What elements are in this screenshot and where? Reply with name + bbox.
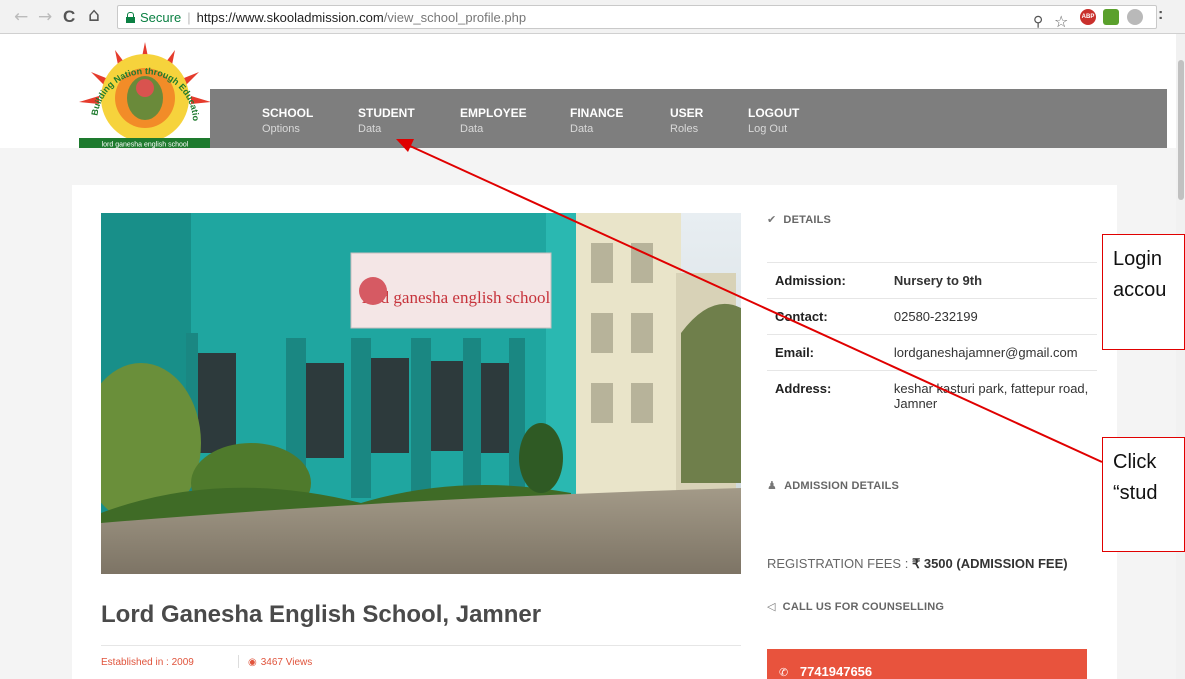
secure-label: Secure (140, 10, 182, 25)
nav-logout[interactable]: LOGOUT Log Out (748, 106, 799, 135)
admission-heading-text: ADMISSION DETAILS (784, 479, 900, 492)
extension-grey-icon[interactable] (1127, 9, 1143, 25)
nav-employee-label: EMPLOYEE (460, 106, 527, 120)
detail-key: Address: (775, 381, 832, 396)
url-host: https://www.skooladmission.com (196, 10, 384, 25)
call-phone-button[interactable]: ✆ 7741947656 (767, 649, 1087, 679)
view-count-text: 3467 Views (260, 657, 313, 668)
detail-value: 02580-232199 (893, 309, 978, 324)
table-row: Admission: Nursery to 9th (767, 263, 1097, 299)
browser-toolbar: ← → C ⌂ Secure | https://www.skooladmiss… (0, 0, 1185, 34)
bullhorn-icon: ◁ (767, 600, 776, 613)
meta-divider (238, 655, 239, 668)
scrollbar-thumb[interactable] (1178, 60, 1184, 200)
details-heading: ✔ DETAILS (767, 213, 831, 226)
title-divider (101, 645, 741, 646)
established-year: Established in : 2009 (101, 657, 194, 668)
nav-student-label: STUDENT (358, 106, 415, 120)
eye-icon: ◉ (248, 657, 257, 668)
phone-icon: ✆ (779, 666, 789, 679)
nav-logout-sub: Log Out (748, 123, 788, 135)
detail-key: Admission: (775, 273, 846, 288)
click-callout: Click “stud (1102, 437, 1185, 552)
detail-key: Contact: (775, 309, 828, 324)
back-icon[interactable]: ← (14, 8, 28, 26)
login-callout-line1: Login (1113, 248, 1162, 270)
nav-finance-label: FINANCE (570, 106, 624, 120)
counselling-heading-text: CALL US FOR COUNSELLING (782, 600, 945, 613)
counselling-heading: ◁ CALL US FOR COUNSELLING (767, 600, 944, 613)
lock-icon (126, 12, 135, 23)
view-count: ◉ 3467 Views (248, 657, 312, 668)
key-icon[interactable]: ⚲ (1033, 13, 1049, 29)
nav-student[interactable]: STUDENT Data (358, 106, 415, 135)
registration-fees: REGISTRATION FEES : ₹ 3500 (ADMISSION FE… (767, 556, 1068, 572)
user-icon: ♟ (767, 479, 778, 492)
fees-value: ₹ 3500 (ADMISSION FEE) (911, 556, 1068, 571)
home-icon[interactable]: ⌂ (88, 6, 100, 25)
table-row: Contact: 02580-232199 (767, 299, 1097, 335)
check-icon: ✔ (767, 213, 777, 226)
url-path: /view_school_profile.php (383, 10, 527, 25)
nav-logout-label: LOGOUT (748, 106, 800, 120)
click-callout-line2: “stud (1113, 482, 1158, 504)
detail-value: Nursery to 9th (893, 273, 983, 288)
nav-user[interactable]: USER Roles (670, 106, 703, 135)
school-name-heading: Lord Ganesha English School, Jamner (101, 601, 542, 628)
nav-employee-sub: Data (460, 123, 484, 135)
extension-green-icon[interactable] (1103, 9, 1119, 25)
address-bar[interactable]: Secure | https://www.skooladmission.com /… (117, 5, 1157, 31)
nav-school-label: SCHOOL (262, 106, 314, 120)
click-callout-line1: Click (1113, 451, 1157, 473)
photo-sign-text: lord ganesha english school (362, 288, 551, 307)
detail-value: keshar kasturi park, fattepur road, Jamn… (893, 381, 1089, 411)
nav-employee[interactable]: EMPLOYEE Data (460, 106, 527, 135)
detail-value: lordganeshajamner@gmail.com (893, 345, 1078, 360)
table-row: Email: lordganeshajamner@gmail.com (767, 335, 1097, 371)
details-table: Admission: Nursery to 9th Contact: 02580… (767, 262, 1097, 421)
details-heading-text: DETAILS (783, 213, 832, 226)
school-logo[interactable]: Building Nation through Education lord g… (72, 32, 215, 152)
main-navbar: SCHOOL Options STUDENT Data EMPLOYEE Dat… (210, 89, 1167, 148)
omnibox-divider: | (187, 10, 191, 25)
phone-number: 7741947656 (799, 664, 873, 679)
nav-school[interactable]: SCHOOL Options (262, 106, 313, 135)
nav-school-sub: Options (262, 123, 300, 135)
reload-icon[interactable]: C (63, 8, 75, 26)
fees-label: REGISTRATION FEES : (767, 556, 912, 571)
nav-finance[interactable]: FINANCE Data (570, 106, 623, 135)
forward-icon[interactable]: → (38, 8, 52, 26)
admission-heading: ♟ ADMISSION DETAILS (767, 479, 899, 492)
detail-key: Email: (775, 345, 815, 360)
adblock-icon[interactable]: ABP (1080, 9, 1096, 25)
bookmark-star-icon[interactable]: ☆ (1054, 12, 1070, 31)
school-photo: lord ganesha english school (101, 213, 741, 574)
login-callout: Login accou (1102, 234, 1185, 350)
login-callout-line2: accou (1113, 279, 1167, 301)
browser-menu-icon[interactable]: : (1158, 6, 1174, 23)
table-row: Address: keshar kasturi park, fattepur r… (767, 371, 1097, 421)
nav-user-label: USER (670, 106, 704, 120)
nav-finance-sub: Data (570, 123, 594, 135)
nav-user-sub: Roles (670, 123, 699, 135)
nav-student-sub: Data (358, 123, 382, 135)
